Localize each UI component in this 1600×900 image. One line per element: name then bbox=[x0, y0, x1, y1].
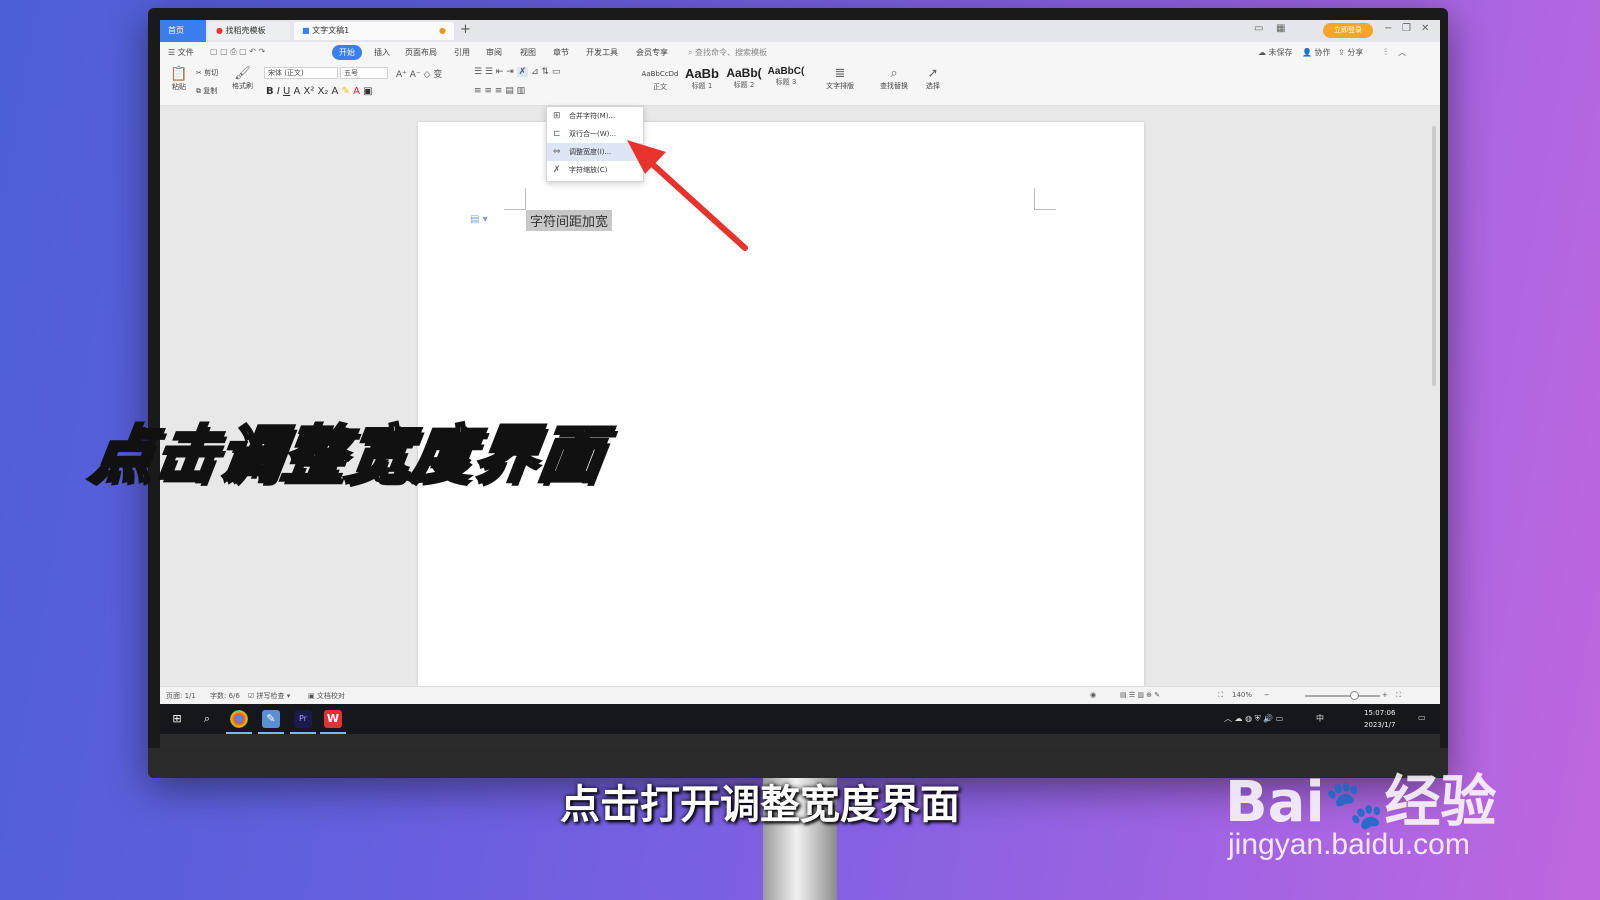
arrow-shaft bbox=[647, 159, 748, 251]
big-caption: 点击调整宽度界面 bbox=[85, 417, 610, 493]
video-subtitle: 点击打开调整宽度界面 bbox=[560, 782, 960, 828]
paw-icon: 🐾 bbox=[1324, 777, 1385, 833]
watermark-url: jingyan.baidu.com bbox=[1228, 828, 1470, 861]
baidu-jingyan-logo: Bai🐾经验 bbox=[1225, 770, 1497, 835]
